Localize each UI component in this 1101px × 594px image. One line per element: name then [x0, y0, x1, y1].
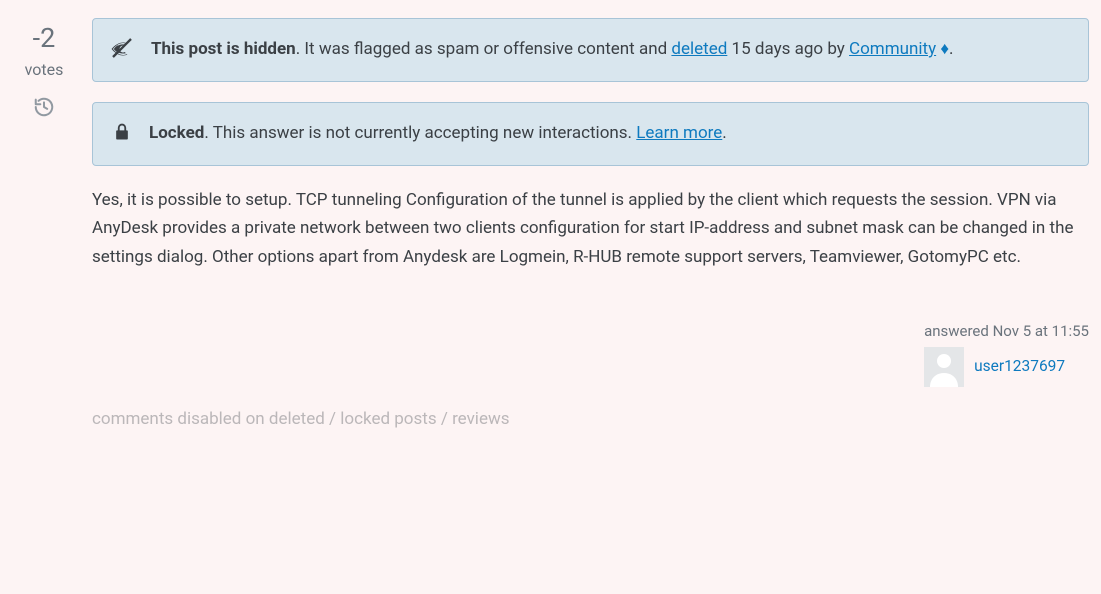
timeline-icon[interactable]: [33, 96, 55, 118]
answered-time: answered Nov 5 at 11:55: [924, 320, 1089, 343]
locked-lead: Locked: [149, 123, 204, 143]
usercard-row: answered Nov 5 at 11:55 user1237697: [92, 320, 1089, 387]
hidden-text-2: 15 days ago by: [727, 39, 849, 59]
hidden-notice: This post is hidden. It was flagged as s…: [92, 18, 1089, 82]
locked-notice-body: Locked. This answer is not currently acc…: [149, 119, 1070, 149]
post-cell: This post is hidden. It was flagged as s…: [76, 18, 1089, 432]
hidden-eye-icon: [111, 37, 135, 61]
deleted-link[interactable]: deleted: [671, 39, 727, 59]
answer-post: -2 votes This post is hidden. It was fla…: [0, 0, 1101, 446]
locked-notice: Locked. This answer is not currently acc…: [92, 102, 1089, 166]
hidden-text-1: . It was flagged as spam or offensive co…: [296, 39, 672, 59]
usercard: answered Nov 5 at 11:55 user1237697: [924, 320, 1089, 387]
lock-icon: [111, 121, 133, 143]
vote-cell: -2 votes: [12, 18, 76, 127]
learn-more-link[interactable]: Learn more: [636, 123, 722, 143]
locked-text: . This answer is not currently accepting…: [204, 123, 636, 143]
locked-tail: .: [722, 123, 726, 143]
hidden-tail: .: [949, 39, 953, 59]
community-link[interactable]: Community: [849, 39, 936, 59]
vote-score: -2: [12, 22, 76, 54]
vote-label: votes: [12, 58, 76, 82]
mod-diamond: ♦: [936, 39, 949, 59]
avatar: [924, 347, 964, 387]
username[interactable]: user1237697: [974, 355, 1065, 378]
comments-disabled-note: comments disabled on deleted / locked po…: [92, 407, 1089, 433]
hidden-notice-body: This post is hidden. It was flagged as s…: [151, 35, 1070, 65]
answer-body: Yes, it is possible to setup. TCP tunnel…: [92, 186, 1089, 273]
hidden-lead: This post is hidden: [151, 39, 296, 59]
